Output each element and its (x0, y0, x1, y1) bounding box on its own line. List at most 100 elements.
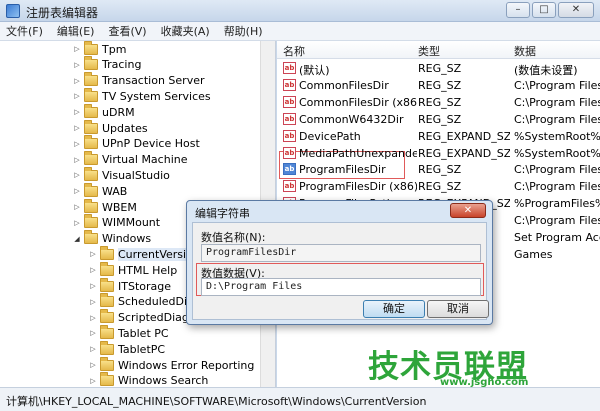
tree-item-label: Tracing (102, 58, 142, 72)
expand-arrow-icon[interactable]: ▷ (72, 187, 82, 195)
folder-icon (84, 182, 98, 197)
value-data: Games (514, 247, 553, 261)
expand-arrow-icon[interactable]: ▷ (72, 77, 82, 85)
tree-item[interactable]: ▷ CurrentVersion (88, 245, 200, 262)
tree-item[interactable]: ▷ Windows Error Reporting (88, 356, 254, 373)
tree-item[interactable]: ▷ Virtual Machine (72, 151, 188, 168)
tree-item[interactable]: ▷ uDRM (72, 103, 135, 120)
column-header-data[interactable]: 数据 (514, 43, 536, 59)
folder-icon (100, 356, 114, 371)
value-row[interactable]: ab ProgramFilesDir REG_SZ C:\Program Files (277, 161, 600, 178)
status-bar-path: 计算机\HKEY_LOCAL_MACHINE\SOFTWARE\Microsof… (0, 387, 600, 411)
tree-item[interactable]: ▷ Tracing (72, 56, 142, 73)
folder-icon (84, 151, 98, 166)
value-type: REG_SZ (418, 112, 462, 126)
folder-icon (84, 87, 98, 102)
string-value-icon: ab (283, 146, 296, 159)
tree-item[interactable]: ▷ HTML Help (88, 261, 177, 278)
expand-arrow-icon[interactable]: ▷ (72, 140, 82, 148)
tree-item-label: Updates (102, 121, 148, 135)
expand-arrow-icon[interactable]: ▷ (88, 298, 98, 306)
expand-arrow-icon[interactable]: ▷ (72, 124, 82, 132)
value-name-field: ProgramFilesDir (201, 244, 481, 262)
expand-arrow-icon[interactable]: ▷ (72, 92, 82, 100)
tree-item[interactable]: ▷ TabletPC (88, 340, 165, 357)
expand-arrow-icon[interactable]: ▷ (88, 329, 98, 337)
value-row[interactable]: ab CommonFilesDir REG_SZ C:\Program Files\ (277, 77, 600, 94)
dialog-close-button[interactable]: ✕ (450, 203, 486, 218)
menu-favorites[interactable]: 收藏夹(A) (161, 23, 210, 39)
collapse-arrow-icon[interactable]: ◢ (72, 235, 82, 243)
value-row[interactable]: ab MediaPathUnexpanded REG_EXPAND_SZ %Syste… (277, 145, 600, 162)
menu-view[interactable]: 查看(V) (108, 23, 146, 39)
value-data: C:\Program Files ( (514, 95, 600, 109)
value-row[interactable]: ab CommonFilesDir (x86) REG_SZ C:\Program F… (277, 94, 600, 111)
value-name: ProgramFilesDir (299, 163, 386, 177)
tree-item[interactable]: ▷ Tablet PC (88, 324, 169, 341)
folder-icon (100, 261, 114, 276)
cancel-button[interactable]: 取消 (427, 300, 489, 318)
expand-arrow-icon[interactable]: ▷ (88, 345, 98, 353)
value-row[interactable]: abDevicePath REG_EXPAND_SZ %SystemRoot%\in (277, 128, 600, 145)
expand-arrow-icon[interactable]: ▷ (72, 203, 82, 211)
tree-item[interactable]: ▷ Windows Search (88, 372, 208, 387)
folder-icon (84, 103, 98, 118)
folder-icon (84, 166, 98, 181)
value-data-input[interactable]: D:\Program Files (201, 278, 481, 296)
expand-arrow-icon[interactable]: ▷ (72, 108, 82, 116)
expand-arrow-icon[interactable]: ▷ (88, 361, 98, 369)
tree-item-label: UPnP Device Host (102, 137, 200, 151)
folder-icon (84, 198, 98, 213)
ok-button[interactable]: 确定 (363, 300, 425, 318)
tree-item[interactable]: ▷ Transaction Server (72, 72, 205, 89)
value-type: REG_EXPAND_SZ (418, 146, 510, 160)
menu-file[interactable]: 文件(F) (6, 23, 43, 39)
dialog-title: 编辑字符串 (195, 207, 250, 220)
expand-arrow-icon[interactable]: ▷ (72, 171, 82, 179)
tree-item[interactable]: ▷ UPnP Device Host (72, 135, 200, 152)
tree-item-label: Windows (102, 232, 152, 246)
tree-item[interactable]: ▷ WIMMount (72, 214, 161, 231)
value-data: C:\Program Files ( (514, 180, 600, 194)
tree-item-label: TV System Services (102, 89, 211, 103)
value-data: (数值未设置) (514, 64, 578, 77)
expand-arrow-icon[interactable]: ▷ (88, 314, 98, 322)
minimize-button[interactable]: – (506, 2, 530, 18)
registry-editor-icon (6, 4, 20, 18)
tree-item-label: WAB (102, 184, 128, 198)
column-header-name[interactable]: 名称 (283, 43, 305, 59)
expand-arrow-icon[interactable]: ▷ (88, 266, 98, 274)
expand-arrow-icon[interactable]: ▷ (88, 250, 98, 258)
tree-item[interactable]: ▷ WAB (72, 182, 128, 199)
menu-help[interactable]: 帮助(H) (224, 23, 263, 39)
expand-arrow-icon[interactable]: ▷ (72, 61, 82, 69)
tree-item[interactable]: ▷ ITStorage (88, 277, 172, 294)
string-value-icon: ab (283, 180, 296, 193)
tree-item-label: WIMMount (102, 216, 161, 230)
tree-item[interactable]: ▷ TV System Services (72, 87, 211, 104)
menu-edit[interactable]: 编辑(E) (57, 23, 95, 39)
close-button[interactable]: ✕ (558, 2, 594, 18)
tree-item[interactable]: ▷ WBEM (72, 198, 137, 215)
maximize-button[interactable]: □ (532, 2, 556, 18)
value-row[interactable]: ab (默认) REG_SZ (数值未设置) (277, 60, 600, 77)
value-type: REG_SZ (418, 78, 462, 92)
expand-arrow-icon[interactable]: ▷ (72, 156, 82, 164)
expand-arrow-icon[interactable]: ▷ (88, 377, 98, 385)
value-row[interactable]: ab CommonW6432Dir REG_SZ C:\Program Files\ (277, 111, 600, 128)
value-data: %SystemRoot%\M (514, 146, 600, 160)
string-value-icon: ab (283, 95, 296, 108)
tree-item[interactable]: ▷ VisualStudio (72, 166, 170, 183)
value-name: ProgramFilesDir (x86) (299, 180, 417, 194)
column-header-type[interactable]: 类型 (418, 43, 440, 59)
expand-arrow-icon[interactable]: ▷ (88, 282, 98, 290)
tree-item-label: ITStorage (118, 279, 172, 293)
expand-arrow-icon[interactable]: ▷ (72, 219, 82, 227)
tree-item[interactable]: ▷ Updates (72, 119, 148, 136)
tree-item[interactable]: ▷ Tpm (72, 41, 126, 57)
value-data: C:\Program Files (514, 214, 600, 228)
value-row[interactable]: ab ProgramFilesDir (x86) REG_SZ C:\Program … (277, 178, 600, 195)
expand-arrow-icon[interactable]: ▷ (72, 45, 82, 53)
folder-icon (84, 135, 98, 150)
tree-item[interactable]: ◢ Windows (72, 230, 152, 247)
